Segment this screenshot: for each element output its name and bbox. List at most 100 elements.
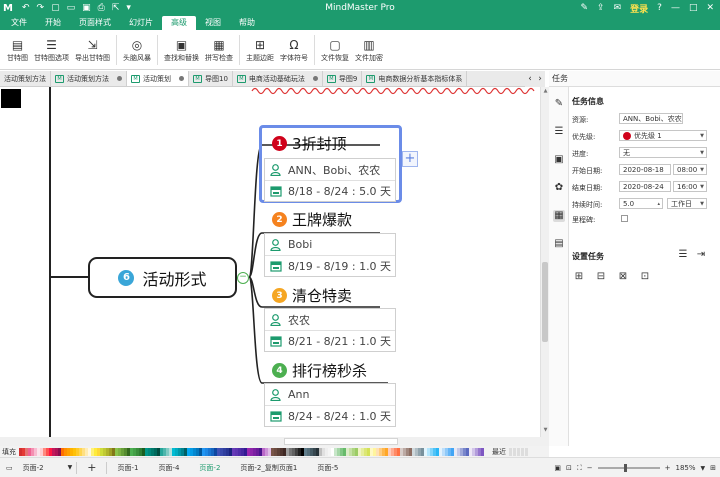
open-file-icon[interactable]: ▭ <box>67 3 76 13</box>
save-icon[interactable]: ▣ <box>82 3 91 13</box>
share-icon[interactable]: ⇪ <box>597 3 605 13</box>
export-icon[interactable]: ⇱ <box>112 3 120 13</box>
mindmap-canvas[interactable]: 6 活动形式 − 1 3折封顶 ANN、Bobi、农农 8/18 - 8/24 … <box>0 87 540 437</box>
format-brush-icon[interactable]: ✎ <box>553 98 565 110</box>
spell-check-button[interactable]: ▦ 拼写检查 <box>202 32 236 68</box>
tab-next-icon[interactable]: › <box>538 74 542 84</box>
scrollbar-thumb[interactable] <box>542 262 548 342</box>
add-subtask-icon[interactable]: ⊠ <box>617 271 629 283</box>
zoom-in-icon[interactable]: + <box>665 464 671 472</box>
menu-help[interactable]: 帮助 <box>230 16 264 30</box>
fit-page-icon[interactable]: ▣ <box>554 464 561 472</box>
end-date-input[interactable]: 2020-08-24 <box>619 181 671 192</box>
subtopic-title[interactable]: 4 排行榜秒杀 <box>272 360 367 381</box>
scrollbar-thumb[interactable] <box>284 438 398 445</box>
menu-page-style[interactable]: 页面样式 <box>70 16 120 30</box>
doc-tab[interactable]: M 导图9 <box>323 71 363 86</box>
recent-colors[interactable] <box>509 447 545 456</box>
end-time-input[interactable]: 16:00 ▼ <box>673 181 707 192</box>
menu-start[interactable]: 开始 <box>36 16 70 30</box>
page-tab[interactable]: 页面-2_复制页面1 <box>230 458 307 477</box>
recent-color-swatch[interactable] <box>521 447 524 456</box>
page-tab-active[interactable]: 页面-2 <box>189 458 230 477</box>
subtopic-title[interactable]: 2 王牌爆款 <box>272 209 352 230</box>
recent-color-swatch[interactable] <box>513 447 516 456</box>
task-info-box[interactable]: Ann 8/24 - 8/24 : 1.0 天 <box>264 383 396 427</box>
zoom-level[interactable]: 185% <box>675 464 695 472</box>
clipart-icon[interactable]: ✿ <box>553 182 565 194</box>
zoom-out-icon[interactable]: − <box>587 464 593 472</box>
expand-icon[interactable]: ⇥ <box>695 249 707 261</box>
menu-file[interactable]: 文件 <box>2 16 36 30</box>
outline-icon[interactable]: ☰ <box>553 126 565 138</box>
brainstorm-button[interactable]: ◎ 头脑风暴 <box>120 32 154 68</box>
page-tab[interactable]: 页面-5 <box>307 458 348 477</box>
milestone-checkbox[interactable] <box>621 215 628 222</box>
doc-tab[interactable]: M 电商活动基础玩法 <box>233 71 323 86</box>
add-task-icon[interactable]: ⊞ <box>573 271 585 283</box>
start-date-input[interactable]: 2020-08-18 <box>619 164 671 175</box>
doc-tab[interactable]: 活动策划方法 <box>0 71 51 86</box>
add-topic-button[interactable]: + <box>402 151 418 167</box>
close-icon[interactable]: ✕ <box>706 3 714 13</box>
vertical-scrollbar[interactable]: ▲ ▼ <box>540 87 549 437</box>
print-icon[interactable]: ⎙ <box>98 3 105 13</box>
resource-input[interactable]: ANN、Bobi、农农 <box>619 113 683 124</box>
page-tab[interactable]: 页面-1 <box>107 458 148 477</box>
doc-tab[interactable]: M 导图10 <box>189 71 233 86</box>
align-icon[interactable]: ☰ <box>677 249 689 261</box>
doc-tab-active[interactable]: M 活动策划 <box>127 71 189 86</box>
task-info-box[interactable]: ANN、Bobi、农农 8/18 - 8/24 : 5.0 天 <box>264 158 396 202</box>
tab-prev-icon[interactable]: ‹ <box>528 74 532 84</box>
zoom-slider-knob[interactable] <box>623 464 627 472</box>
color-swatches[interactable] <box>19 447 484 456</box>
page-select[interactable]: 页面-2 ▼ <box>19 458 77 477</box>
image-icon[interactable]: ▣ <box>553 154 565 166</box>
gift-icon[interactable]: ✉ <box>614 3 622 13</box>
zoom-slider[interactable] <box>597 464 660 472</box>
symbol-button[interactable]: Ω 字体符号 <box>277 32 311 68</box>
priority-select[interactable]: 优先级 1 ▼ <box>619 130 707 141</box>
more-icon[interactable]: ▾ <box>126 3 131 13</box>
fullscreen-icon[interactable]: ⛶ <box>577 464 582 473</box>
duration-unit-select[interactable]: 工作日 ▼ <box>667 198 707 209</box>
fit-width-icon[interactable]: ⊡ <box>566 464 572 472</box>
page-layout-icon[interactable]: ▭ <box>0 458 19 477</box>
remove-subtask-icon[interactable]: ⊡ <box>639 271 651 283</box>
recent-color-swatch[interactable] <box>525 447 528 456</box>
topic-margin-button[interactable]: ⊞ 主题边距 <box>243 32 277 68</box>
export-gantt-button[interactable]: ⇲ 导出甘特图 <box>72 32 113 68</box>
task-info-box[interactable]: Bobi 8/19 - 8/19 : 1.0 天 <box>264 233 396 277</box>
new-file-icon[interactable]: ▢ <box>51 3 60 13</box>
task-calendar-icon[interactable]: ▦ <box>553 210 565 222</box>
menu-advanced[interactable]: 高级 <box>162 16 196 30</box>
menu-slides[interactable]: 幻灯片 <box>120 16 162 30</box>
recent-color-swatch[interactable] <box>509 447 512 456</box>
remove-task-icon[interactable]: ⊟ <box>595 271 607 283</box>
doc-tab[interactable]: M 电商数据分析基本指标体系 <box>362 71 468 86</box>
find-replace-button[interactable]: ▣ 查找和替换 <box>161 32 202 68</box>
chevron-down-icon[interactable]: ▼ <box>701 465 706 472</box>
note-icon[interactable]: ▤ <box>553 238 565 250</box>
recent-color-swatch[interactable] <box>517 447 520 456</box>
doc-tab[interactable]: M 活动策划方法 <box>51 71 127 86</box>
start-time-input[interactable]: 08:00 ▼ <box>673 164 707 175</box>
maximize-icon[interactable]: □ <box>689 3 698 13</box>
add-page-button[interactable]: + <box>77 458 106 477</box>
menu-view[interactable]: 视图 <box>196 16 230 30</box>
collapse-toggle-icon[interactable]: − <box>237 272 249 284</box>
fit-window-icon[interactable]: ⊞ <box>710 464 716 472</box>
color-swatch[interactable] <box>481 447 484 456</box>
main-topic[interactable]: 6 活动形式 <box>88 257 237 298</box>
minimize-icon[interactable]: — <box>671 3 680 13</box>
page-tab[interactable]: 页面-4 <box>148 458 189 477</box>
subtopic-title[interactable]: 3 清仓特卖 <box>272 285 352 306</box>
skin-icon[interactable]: ✎ <box>581 3 589 13</box>
horizontal-scrollbar[interactable] <box>0 437 549 446</box>
task-info-box[interactable]: 农农 8/21 - 8/21 : 1.0 天 <box>264 308 396 352</box>
subtopic-title[interactable]: 1 3折封顶 <box>272 133 347 154</box>
gantt-button[interactable]: ▤ 甘特图 <box>4 32 31 68</box>
gantt-options-button[interactable]: ☰ 甘特图选项 <box>31 32 72 68</box>
login-button[interactable]: 登录 <box>630 2 648 15</box>
progress-select[interactable]: 无 ▼ <box>619 147 707 158</box>
